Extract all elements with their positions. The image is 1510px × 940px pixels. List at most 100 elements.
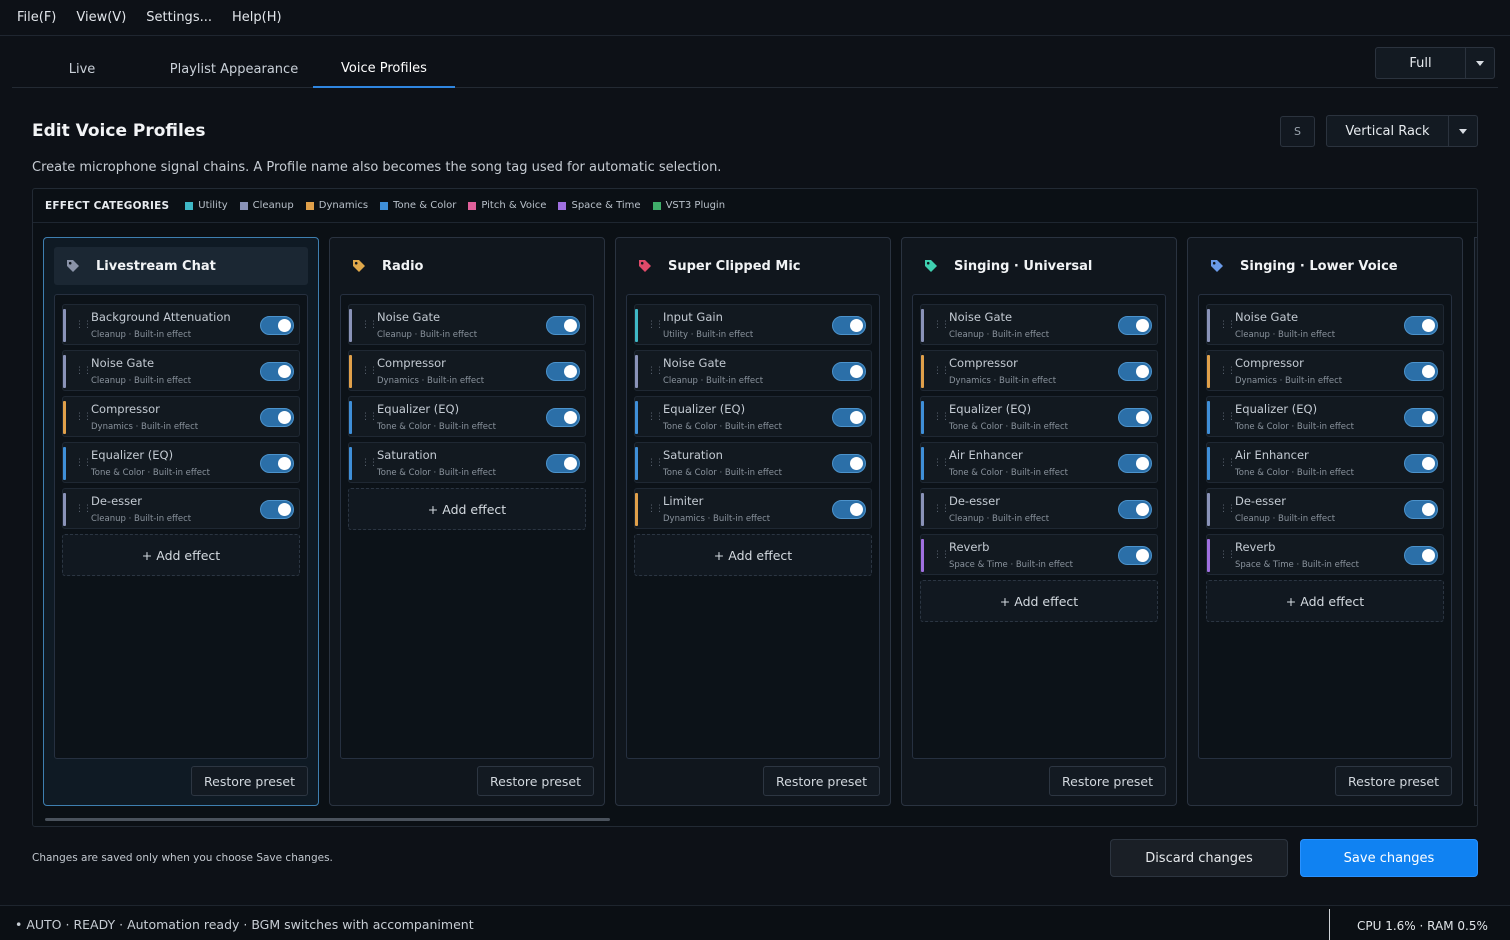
drag-handle-icon[interactable]: ⋮⋮ [1219,458,1236,468]
effect-enable-toggle[interactable] [832,500,866,519]
effect-row[interactable]: ⋮⋮ Equalizer (EQ) Tone & Color · Built-in … [1206,396,1444,437]
drag-handle-icon[interactable]: ⋮⋮ [361,412,378,422]
add-effect-button[interactable]: + Add effect [634,534,872,576]
effect-row[interactable]: ⋮⋮ Saturation Tone & Color · Built-in effe… [634,442,872,483]
drag-handle-icon[interactable]: ⋮⋮ [75,412,92,422]
effect-row[interactable]: ⋮⋮ Noise Gate Cleanup · Built-in effect [348,304,586,345]
drag-handle-icon[interactable]: ⋮⋮ [75,320,92,330]
effect-enable-toggle[interactable] [260,454,294,473]
effect-row[interactable]: ⋮⋮ Equalizer (EQ) Tone & Color · Built-in … [920,396,1158,437]
effect-enable-toggle[interactable] [260,408,294,427]
drag-handle-icon[interactable]: ⋮⋮ [933,320,950,330]
tab-playlist-appearance[interactable]: Playlist Appearance [162,50,306,88]
add-effect-button[interactable]: + Add effect [348,488,586,530]
effect-enable-toggle[interactable] [1118,408,1152,427]
drag-handle-icon[interactable]: ⋮⋮ [75,504,92,514]
effect-enable-toggle[interactable] [546,316,580,335]
restore-preset-button[interactable]: Restore preset [477,766,594,796]
effect-enable-toggle[interactable] [1404,408,1438,427]
drag-handle-icon[interactable]: ⋮⋮ [1219,504,1236,514]
drag-handle-icon[interactable]: ⋮⋮ [933,458,950,468]
effect-enable-toggle[interactable] [1118,500,1152,519]
menu-file[interactable]: File(F) [17,10,56,25]
effect-enable-toggle[interactable] [1404,316,1438,335]
profile-header[interactable]: Singing · Universal [912,247,1166,285]
menu-view[interactable]: View(V) [76,10,126,25]
layout-select[interactable]: Vertical Rack [1326,115,1478,147]
effect-enable-toggle[interactable] [260,316,294,335]
effect-row[interactable]: ⋮⋮ Reverb Space & Time · Built-in effect [920,534,1158,575]
drag-handle-icon[interactable]: ⋮⋮ [933,550,950,560]
effect-row[interactable]: ⋮⋮ De-esser Cleanup · Built-in effect [1206,488,1444,529]
profile-header[interactable]: Livestream Chat [54,247,308,285]
effect-row[interactable]: ⋮⋮ De-esser Cleanup · Built-in effect [920,488,1158,529]
drag-handle-icon[interactable]: ⋮⋮ [647,320,664,330]
view-mode-select[interactable]: Full [1375,47,1495,79]
effect-row[interactable]: ⋮⋮ Air Enhancer Tone & Color · Built-in ef… [1206,442,1444,483]
effect-enable-toggle[interactable] [546,454,580,473]
effect-enable-toggle[interactable] [1118,362,1152,381]
effect-row[interactable]: ⋮⋮ Equalizer (EQ) Tone & Color · Built-in … [62,442,300,483]
effect-enable-toggle[interactable] [832,408,866,427]
add-effect-button[interactable]: + Add effect [920,580,1158,622]
profile-card[interactable]: Singing · Universal ⋮⋮ Noise Gate Cleanup ·… [901,237,1177,806]
drag-handle-icon[interactable]: ⋮⋮ [933,504,950,514]
drag-handle-icon[interactable]: ⋮⋮ [1219,412,1236,422]
profile-header[interactable]: Super Clipped Mic [626,247,880,285]
profile-card[interactable]: Radio ⋮⋮ Noise Gate Cleanup · Built-in effe… [329,237,605,806]
effect-enable-toggle[interactable] [832,316,866,335]
effect-row[interactable]: ⋮⋮ Reverb Space & Time · Built-in effect [1206,534,1444,575]
drag-handle-icon[interactable]: ⋮⋮ [361,320,378,330]
effect-row[interactable]: ⋮⋮ Compressor Dynamics · Built-in effect [348,350,586,391]
tab-live[interactable]: Live [32,50,132,88]
profile-card[interactable]: Singing · Lower Voice ⋮⋮ Noise Gate Cleanup… [1187,237,1463,806]
drag-handle-icon[interactable]: ⋮⋮ [933,412,950,422]
effect-row[interactable]: ⋮⋮ Saturation Tone & Color · Built-in effe… [348,442,586,483]
effect-row[interactable]: ⋮⋮ Noise Gate Cleanup · Built-in effect [1206,304,1444,345]
effect-enable-toggle[interactable] [1118,454,1152,473]
horizontal-scrollbar[interactable] [45,818,610,821]
drag-handle-icon[interactable]: ⋮⋮ [933,366,950,376]
drag-handle-icon[interactable]: ⋮⋮ [75,366,92,376]
drag-handle-icon[interactable]: ⋮⋮ [75,458,92,468]
drag-handle-icon[interactable]: ⋮⋮ [1219,320,1236,330]
drag-handle-icon[interactable]: ⋮⋮ [647,458,664,468]
save-changes-button[interactable]: Save changes [1300,839,1478,877]
profile-header[interactable]: Radio [340,247,594,285]
effect-enable-toggle[interactable] [832,454,866,473]
effect-enable-toggle[interactable] [832,362,866,381]
effect-row[interactable]: ⋮⋮ Limiter Dynamics · Built-in effect [634,488,872,529]
effect-row[interactable]: ⋮⋮ De-esser Cleanup · Built-in effect [62,488,300,529]
menu-help[interactable]: Help(H) [232,10,282,25]
effect-enable-toggle[interactable] [260,362,294,381]
effect-row[interactable]: ⋮⋮ Background Attenuation Cleanup · Built-… [62,304,300,345]
add-effect-button[interactable]: + Add effect [62,534,300,576]
effect-enable-toggle[interactable] [1118,546,1152,565]
discard-changes-button[interactable]: Discard changes [1110,839,1288,877]
effect-row[interactable]: ⋮⋮ Input Gain Utility · Built-in effect [634,304,872,345]
effect-enable-toggle[interactable] [1404,362,1438,381]
profile-header[interactable]: Singing · Lower Voice [1198,247,1452,285]
effect-enable-toggle[interactable] [1404,546,1438,565]
chevron-down-icon[interactable] [1449,116,1477,146]
effect-row[interactable]: ⋮⋮ Equalizer (EQ) Tone & Color · Built-in … [634,396,872,437]
drag-handle-icon[interactable]: ⋮⋮ [647,366,664,376]
drag-handle-icon[interactable]: ⋮⋮ [1219,550,1236,560]
effect-enable-toggle[interactable] [546,408,580,427]
restore-preset-button[interactable]: Restore preset [1335,766,1452,796]
effect-enable-toggle[interactable] [260,500,294,519]
drag-handle-icon[interactable]: ⋮⋮ [1219,366,1236,376]
effect-row[interactable]: ⋮⋮ Noise Gate Cleanup · Built-in effect [62,350,300,391]
effect-row[interactable]: ⋮⋮ Compressor Dynamics · Built-in effect [1206,350,1444,391]
menu-settings[interactable]: Settings... [146,10,212,25]
restore-preset-button[interactable]: Restore preset [763,766,880,796]
effect-enable-toggle[interactable] [1404,454,1438,473]
profile-card[interactable]: Livestream Chat ⋮⋮ Background Attenuation C… [43,237,319,806]
drag-handle-icon[interactable]: ⋮⋮ [647,412,664,422]
chevron-down-icon[interactable] [1466,48,1494,78]
effect-row[interactable]: ⋮⋮ Compressor Dynamics · Built-in effect [920,350,1158,391]
restore-preset-button[interactable]: Restore preset [191,766,308,796]
effect-row[interactable]: ⋮⋮ Air Enhancer Tone & Color · Built-in ef… [920,442,1158,483]
effect-row[interactable]: ⋮⋮ Equalizer (EQ) Tone & Color · Built-in … [348,396,586,437]
drag-handle-icon[interactable]: ⋮⋮ [361,366,378,376]
